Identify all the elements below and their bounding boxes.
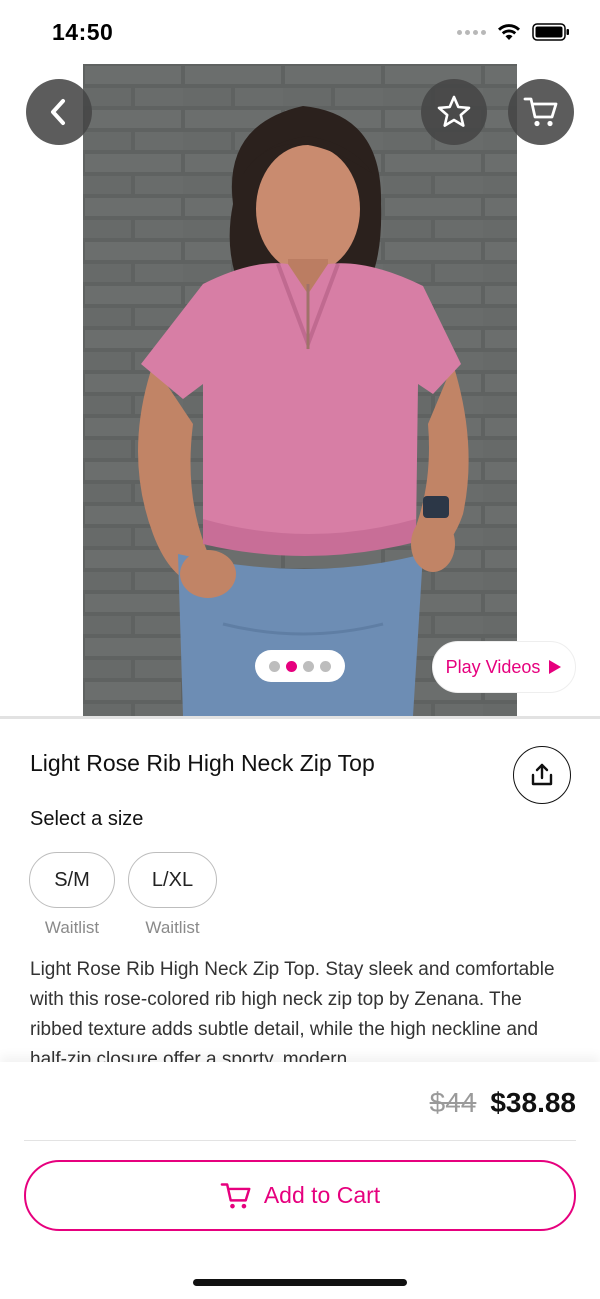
size-status-lxl: Waitlist	[145, 918, 200, 937]
size-heading: Select a size	[30, 808, 144, 830]
size-status-sm: Waitlist	[44, 918, 100, 937]
image-pager[interactable]	[255, 650, 345, 682]
share-button[interactable]	[513, 746, 571, 804]
home-indicator[interactable]	[193, 1279, 407, 1286]
back-button[interactable]	[26, 79, 92, 145]
play-videos-button[interactable]: Play Videos	[432, 641, 576, 693]
original-price: $44	[429, 1087, 477, 1118]
price-divider	[24, 1140, 576, 1141]
status-bar: 14:50	[0, 0, 600, 64]
size-option-lxl[interactable]: L/XL	[128, 852, 217, 908]
status-time: 14:50	[52, 19, 114, 45]
add-to-cart-button[interactable]: Add to Cart	[24, 1160, 576, 1231]
star-outline-icon	[437, 95, 471, 127]
pager-dot[interactable]	[320, 660, 331, 672]
product-title: Light Rose Rib High Neck Zip Top	[30, 750, 375, 776]
chevron-left-icon	[51, 99, 65, 125]
product-gallery[interactable]: Play Videos	[0, 64, 600, 716]
size-option-sm[interactable]: S/M	[29, 852, 115, 908]
play-icon	[549, 660, 562, 674]
sale-price: $38.88	[490, 1087, 576, 1118]
pager-dot[interactable]	[303, 660, 314, 672]
product-description: Light Rose Rib High Neck Zip Top. Stay s…	[30, 959, 555, 1062]
favorite-button[interactable]	[421, 79, 487, 145]
cart-icon	[220, 1182, 251, 1208]
add-to-cart-label: Add to Cart	[263, 1182, 381, 1208]
signal-icon	[457, 29, 486, 35]
cart-icon	[523, 97, 558, 127]
cart-button[interactable]	[508, 79, 574, 145]
status-icons	[457, 22, 570, 42]
product-photo[interactable]	[83, 64, 517, 716]
pager-dot[interactable]	[269, 660, 280, 672]
purchase-bar: $44 $38.88 Add to Cart	[0, 1062, 600, 1299]
wifi-icon	[498, 24, 520, 40]
gallery-divider	[0, 716, 600, 719]
battery-icon	[532, 23, 569, 41]
play-videos-label: Play Videos	[445, 656, 541, 677]
share-icon	[531, 763, 553, 786]
pager-dot-active[interactable]	[286, 660, 297, 672]
price-row: $44 $38.88	[430, 1087, 576, 1119]
